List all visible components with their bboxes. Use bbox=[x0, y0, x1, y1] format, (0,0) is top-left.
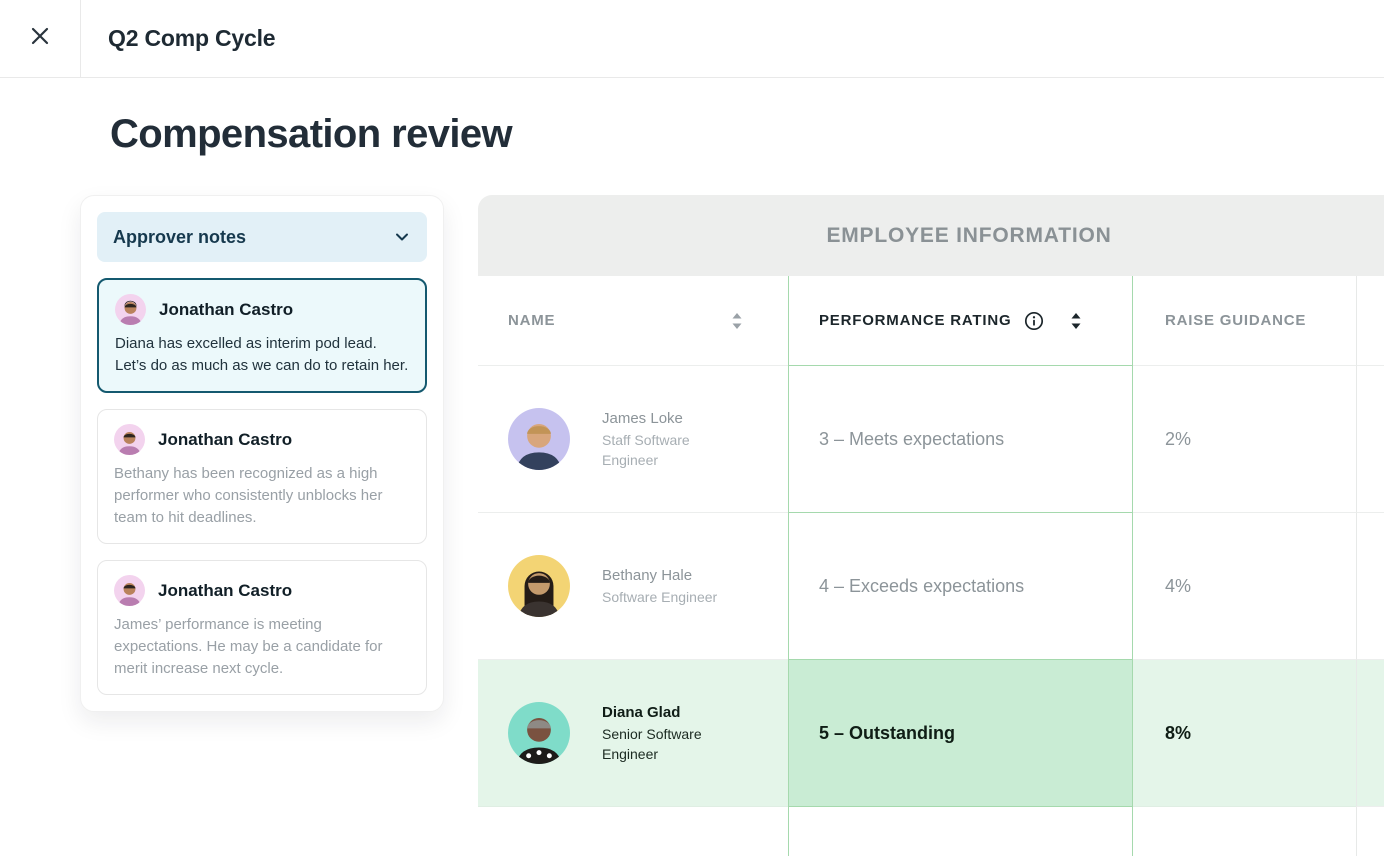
raise-guidance-cell: 2% bbox=[1133, 366, 1356, 513]
avatar bbox=[508, 408, 570, 470]
rating-value: 3 – Meets expectations bbox=[819, 429, 1004, 450]
raise-guidance-cell: 4% bbox=[1133, 513, 1356, 660]
rating-value: 5 – Outstanding bbox=[819, 723, 955, 744]
group-header-label: EMPLOYEE INFORMATION bbox=[826, 224, 1111, 248]
employee-name: James Loke bbox=[602, 408, 743, 430]
table-row[interactable] bbox=[478, 807, 1384, 856]
note-text: Diana has excelled as interim pod lead. … bbox=[115, 333, 409, 377]
approver-notes-label: Approver notes bbox=[113, 227, 246, 248]
performance-rating-cell[interactable]: 4 – Exceeds expectations bbox=[788, 513, 1133, 660]
x-icon bbox=[29, 25, 51, 52]
avatar bbox=[508, 702, 570, 764]
table-row[interactable]: Bethany Hale Software Engineer 4 – Excee… bbox=[478, 513, 1384, 660]
column-header-next bbox=[1356, 276, 1384, 366]
table-row-highlighted[interactable]: Diana Glad Senior Software Engineer 5 – … bbox=[478, 660, 1384, 807]
cycle-title: Q2 Comp Cycle bbox=[108, 25, 275, 52]
chevron-down-icon bbox=[393, 228, 411, 246]
raise-value: 8% bbox=[1165, 723, 1191, 744]
raise-guidance-column-label: RAISE GUIDANCE bbox=[1165, 312, 1306, 329]
performance-rating-column-label: PERFORMANCE RATING bbox=[819, 312, 1011, 329]
sort-icon[interactable] bbox=[1070, 312, 1082, 330]
table-group-header: EMPLOYEE INFORMATION bbox=[478, 195, 1384, 276]
note-card[interactable]: Jonathan Castro Diana has excelled as in… bbox=[97, 278, 427, 393]
name-column-label: NAME bbox=[508, 312, 555, 329]
top-bar: Q2 Comp Cycle bbox=[0, 0, 1384, 78]
note-text: Bethany has been recognized as a high pe… bbox=[114, 463, 410, 529]
employee-name: Diana Glad bbox=[602, 702, 743, 724]
avatar bbox=[114, 424, 145, 455]
next-column-cell bbox=[1356, 366, 1384, 513]
rating-value: 4 – Exceeds expectations bbox=[819, 576, 1024, 597]
sort-icon[interactable] bbox=[731, 312, 743, 330]
note-author: Jonathan Castro bbox=[158, 581, 292, 601]
column-header-name[interactable]: NAME bbox=[478, 276, 788, 366]
note-card[interactable]: Jonathan Castro Bethany has been recogni… bbox=[97, 409, 427, 544]
page-title: Compensation review bbox=[110, 112, 512, 157]
column-header-raise-guidance[interactable]: RAISE GUIDANCE bbox=[1133, 276, 1356, 366]
employee-name: Bethany Hale bbox=[602, 565, 717, 587]
performance-rating-cell[interactable]: 5 – Outstanding bbox=[788, 660, 1133, 807]
table-row[interactable]: James Loke Staff Software Engineer 3 – M… bbox=[478, 366, 1384, 513]
raise-guidance-cell: 8% bbox=[1133, 660, 1356, 807]
performance-rating-cell bbox=[788, 807, 1133, 856]
employee-title: Senior Software Engineer bbox=[602, 724, 743, 764]
table-header-row: NAME PERFORMANCE RATING RAISE GUIDANCE bbox=[478, 276, 1384, 366]
column-header-performance-rating[interactable]: PERFORMANCE RATING bbox=[788, 276, 1133, 366]
raise-value: 2% bbox=[1165, 429, 1191, 450]
close-button[interactable] bbox=[0, 0, 81, 78]
next-column-cell bbox=[1356, 513, 1384, 660]
note-text: James’ performance is meeting expectatio… bbox=[114, 614, 410, 680]
employee-title: Staff Software Engineer bbox=[602, 430, 743, 470]
note-author: Jonathan Castro bbox=[159, 300, 293, 320]
avatar bbox=[115, 294, 146, 325]
note-card[interactable]: Jonathan Castro James’ performance is me… bbox=[97, 560, 427, 695]
note-author: Jonathan Castro bbox=[158, 430, 292, 450]
info-icon[interactable] bbox=[1024, 311, 1044, 331]
raise-value: 4% bbox=[1165, 576, 1191, 597]
avatar bbox=[508, 555, 570, 617]
performance-rating-cell[interactable]: 3 – Meets expectations bbox=[788, 366, 1133, 513]
approver-notes-toggle[interactable]: Approver notes bbox=[97, 212, 427, 262]
approver-notes-panel: Approver notes Jonathan Castro Diana has… bbox=[80, 195, 444, 712]
avatar bbox=[114, 575, 145, 606]
next-column-cell bbox=[1356, 660, 1384, 807]
employee-table: EMPLOYEE INFORMATION NAME PERFORMANCE RA… bbox=[478, 195, 1384, 856]
compensation-review-screen: Q2 Comp Cycle Compensation review Approv… bbox=[0, 0, 1384, 856]
employee-title: Software Engineer bbox=[602, 587, 717, 607]
